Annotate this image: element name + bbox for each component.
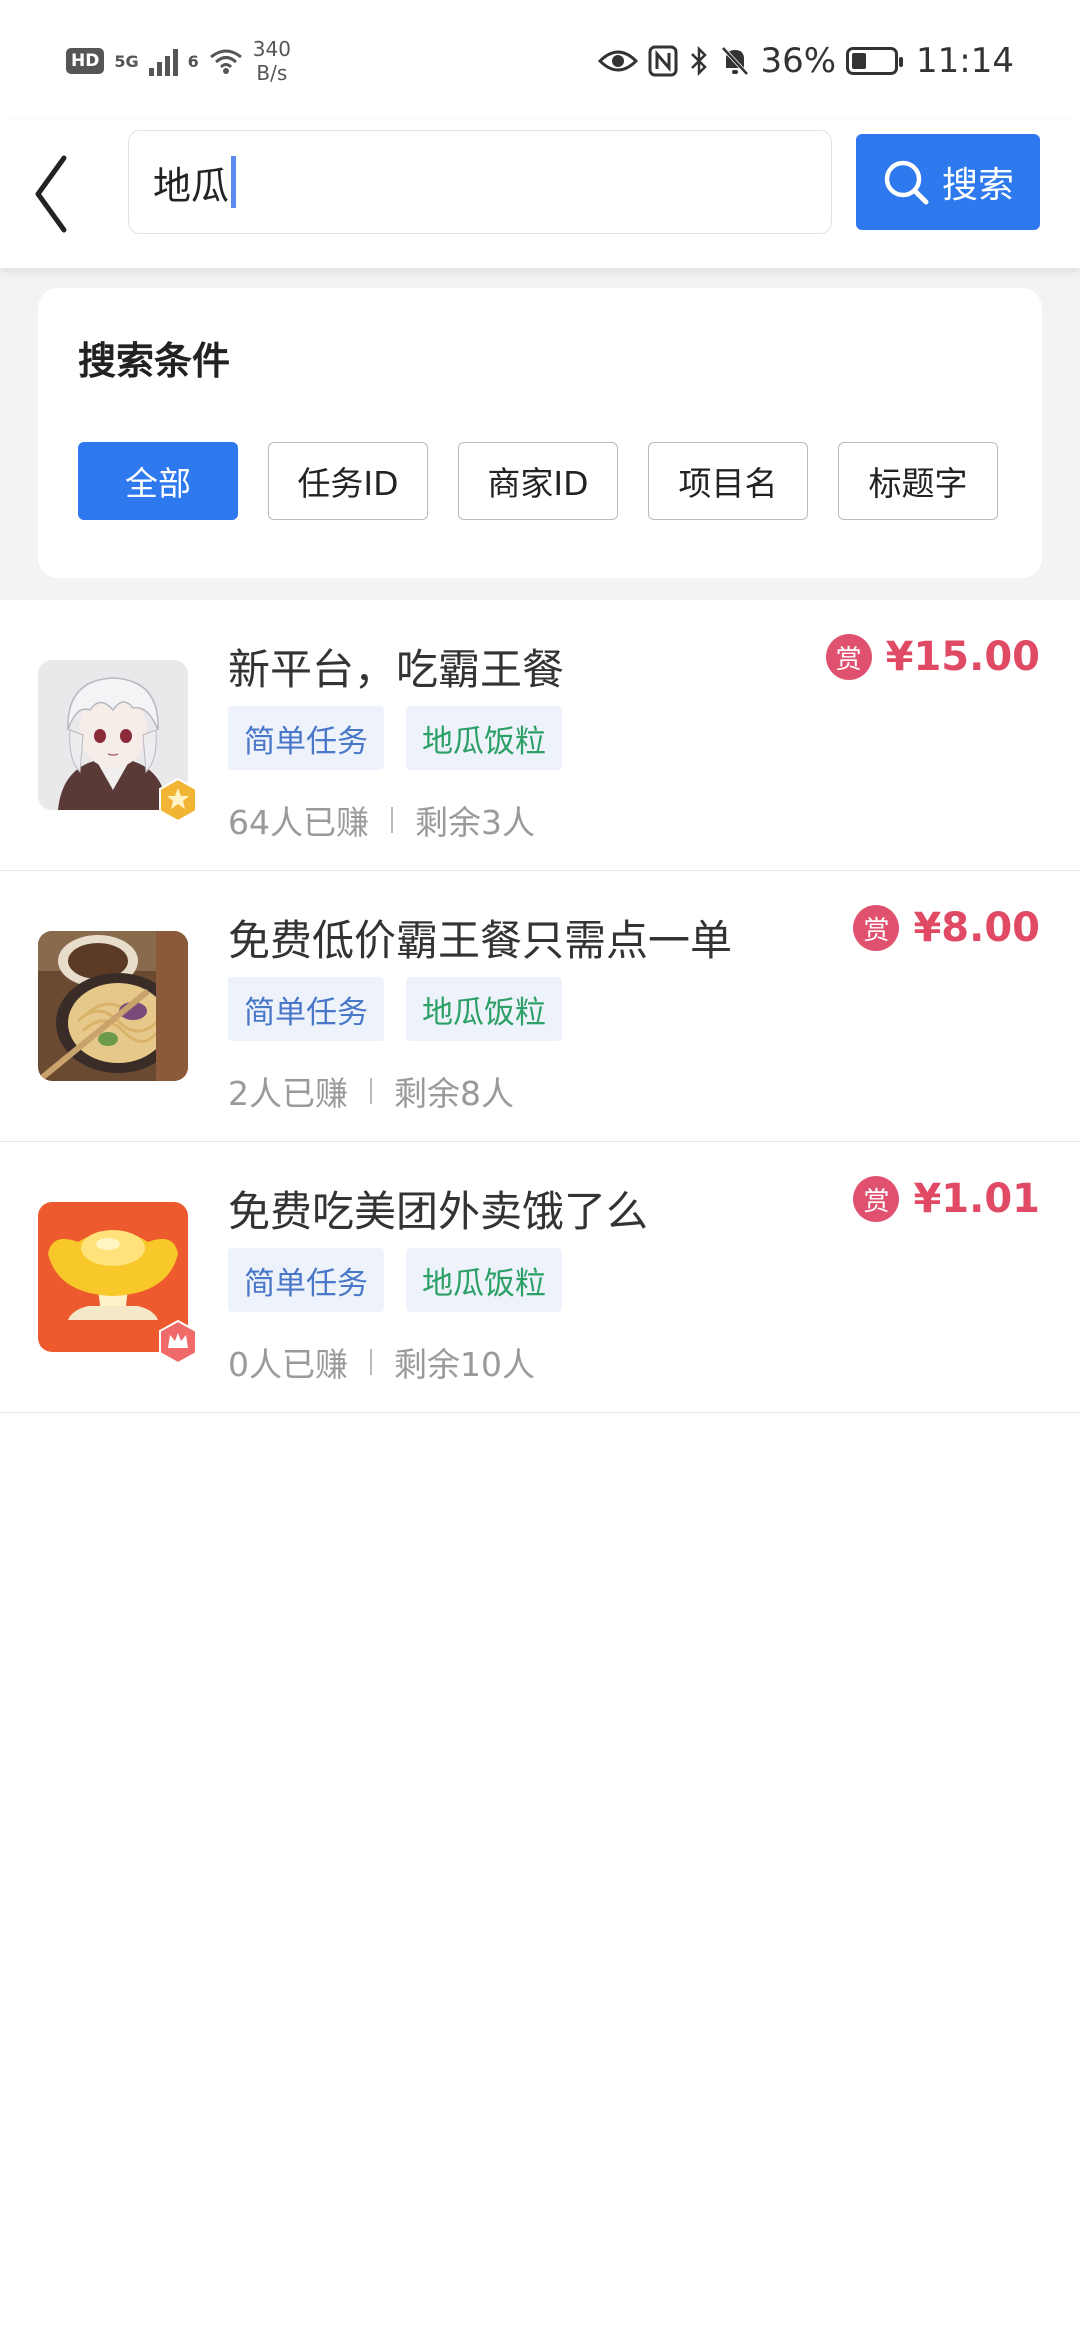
clock: 11:14: [916, 41, 1014, 81]
network-speed: 340 B/s: [253, 37, 291, 85]
task-type-tag: 简单任务: [228, 1248, 384, 1312]
reward: 赏 ¥15.00: [825, 634, 1040, 680]
red-crown-badge-icon: [159, 1320, 197, 1364]
item-tags: 简单任务 地瓜饭粒: [228, 706, 562, 770]
earned-count: 64人已赚: [228, 803, 369, 842]
speed-unit: B/s: [256, 61, 288, 85]
filter-options: 全部 任务ID 商家ID 项目名 标题字: [78, 442, 998, 520]
hd-icon: HD: [66, 48, 105, 74]
reward-amount: ¥1.01: [913, 1176, 1040, 1222]
earned-count: 0人已赚: [228, 1345, 348, 1384]
speed-value: 340: [252, 37, 291, 61]
reward-amount: ¥8.00: [913, 905, 1040, 951]
status-left: HD 5G 6 340 B/s: [66, 34, 291, 88]
filter-chip-all[interactable]: 全部: [78, 442, 238, 520]
remaining-count: 剩余8人: [394, 1074, 514, 1113]
divider: [370, 1349, 372, 1375]
status-bar: HD 5G 6 340 B/s 36% 11:14: [0, 0, 1080, 120]
reward-amount: ¥15.00: [885, 634, 1040, 680]
search-header: 地瓜 搜索: [0, 120, 1080, 268]
list-item[interactable]: 新平台，吃霸王餐 赏 ¥15.00 简单任务 地瓜饭粒 64人已赚 剩余3人: [0, 600, 1080, 871]
filter-section: 搜索条件 全部 任务ID 商家ID 项目名 标题字: [0, 268, 1080, 600]
back-button[interactable]: [22, 150, 82, 240]
reward-icon: 赏: [825, 634, 872, 680]
signal-bars-icon: [148, 46, 178, 76]
item-stats: 2人已赚 剩余8人: [228, 1067, 514, 1115]
reward-icon: 赏: [853, 905, 900, 951]
platform-tag: 地瓜饭粒: [406, 1248, 562, 1312]
list-item[interactable]: 免费吃美团外卖饿了么 赏 ¥1.01 简单任务 地瓜饭粒 0人已赚 剩余10人: [0, 1142, 1080, 1413]
eye-icon: [598, 50, 639, 72]
list-item[interactable]: 免费低价霸王餐只需点一单 赏 ¥8.00 简单任务 地瓜饭粒 2人已赚 剩余8人: [0, 871, 1080, 1142]
filter-chip-title-keyword[interactable]: 标题字: [838, 442, 998, 520]
remaining-count: 剩余3人: [415, 803, 535, 842]
search-query: 地瓜: [153, 163, 230, 208]
network-5g-label: 5G: [114, 51, 139, 71]
filter-card: 搜索条件 全部 任务ID 商家ID 项目名 标题字: [38, 288, 1042, 578]
noodle-bowl-thumbnail: [38, 931, 188, 1081]
reward-icon: 赏: [853, 1176, 900, 1222]
task-type-tag: 简单任务: [228, 977, 384, 1041]
divider: [370, 1078, 372, 1104]
reward: 赏 ¥8.00: [853, 905, 1040, 951]
filter-chip-merchant-id[interactable]: 商家ID: [458, 442, 618, 520]
status-right: 36% 11:14: [598, 34, 1014, 88]
item-stats: 0人已赚 剩余10人: [228, 1338, 535, 1386]
item-title: 新平台，吃霸王餐: [228, 645, 565, 694]
item-tags: 简单任务 地瓜饭粒: [228, 977, 562, 1041]
filter-title: 搜索条件: [78, 339, 231, 383]
reward: 赏 ¥1.01: [853, 1176, 1040, 1222]
chevron-left-icon: [35, 155, 67, 233]
item-tags: 简单任务 地瓜饭粒: [228, 1248, 562, 1312]
filter-chip-project-name[interactable]: 项目名: [648, 442, 808, 520]
text-cursor: [231, 156, 237, 208]
platform-tag: 地瓜饭粒: [406, 706, 562, 770]
divider: [391, 807, 393, 833]
result-list: 新平台，吃霸王餐 赏 ¥15.00 简单任务 地瓜饭粒 64人已赚 剩余3人 免…: [0, 600, 1080, 1413]
battery-icon: [846, 47, 904, 75]
platform-tag: 地瓜饭粒: [406, 977, 562, 1041]
battery-percent: 36%: [760, 41, 837, 81]
search-icon: [884, 160, 929, 205]
network-6-label: 6: [187, 51, 199, 71]
bluetooth-icon: [691, 45, 708, 77]
item-title: 免费低价霸王餐只需点一单: [228, 916, 733, 965]
remaining-count: 剩余10人: [394, 1345, 535, 1384]
search-button-label: 搜索: [941, 165, 1014, 206]
battery-level: [852, 53, 867, 69]
nfc-icon: [648, 45, 678, 77]
item-stats: 64人已赚 剩余3人: [228, 796, 535, 844]
task-type-tag: 简单任务: [228, 706, 384, 770]
search-input[interactable]: 地瓜: [128, 130, 832, 234]
wifi-icon: [209, 49, 242, 74]
search-button[interactable]: 搜索: [856, 134, 1040, 230]
filter-chip-task-id[interactable]: 任务ID: [268, 442, 428, 520]
item-title: 免费吃美团外卖饿了么: [228, 1187, 649, 1236]
gold-star-badge-icon: [159, 778, 197, 822]
earned-count: 2人已赚: [228, 1074, 348, 1113]
bell-muted-icon: [721, 46, 749, 76]
